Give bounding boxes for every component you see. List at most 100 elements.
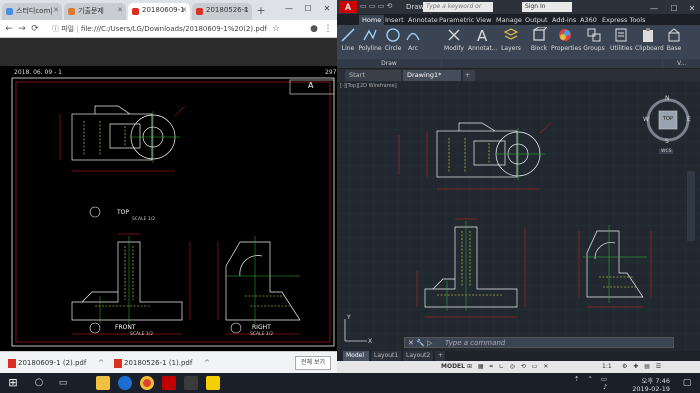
tab-home[interactable]: Home — [359, 15, 385, 25]
properties-button[interactable]: Properties — [551, 27, 581, 57]
show-all-downloads-button[interactable]: 전체 보기 — [295, 356, 331, 370]
add-layout-button[interactable]: + — [435, 351, 445, 361]
task-view-icon[interactable]: ▭ — [56, 376, 70, 390]
close-icon[interactable]: ✕ — [53, 6, 59, 14]
system-tray-icons[interactable]: ⇡ ⌃ ▭ ♪ — [570, 375, 610, 391]
forward-icon[interactable]: → — [16, 23, 28, 35]
navigation-bar[interactable] — [687, 171, 695, 241]
omnibox[interactable]: ⓘ 파일 | file:///C:/Users/LG/Downloads/201… — [52, 23, 267, 35]
clipboard-button[interactable]: Clipboard — [635, 27, 664, 57]
pdf-page[interactable]: 2018. 06. 09 - 1 297 A TOP SCALE 1/2 FRO… — [0, 66, 337, 366]
download-item[interactable]: 20180609-1 (2).pdf ^ — [6, 356, 106, 371]
groups-icon — [587, 28, 601, 42]
tab-output[interactable]: Output — [525, 15, 548, 25]
file-tab-start[interactable]: Start — [345, 70, 401, 81]
command-line[interactable]: ✕ 🔧 ▷ Type a command — [404, 337, 674, 348]
file-explorer-icon[interactable] — [96, 376, 110, 390]
sign-in-button[interactable]: Sign In — [522, 2, 572, 12]
close-icon[interactable]: ✕ — [181, 6, 187, 14]
minimize-button[interactable]: — — [282, 3, 296, 15]
windows-start-icon[interactable]: ⊞ — [6, 376, 20, 390]
close-icon[interactable]: ✕ — [243, 6, 249, 14]
account-icon[interactable]: ● — [308, 23, 320, 35]
wcs-menu[interactable]: WCS — [659, 149, 674, 154]
annotation-button[interactable]: A Annotat... — [468, 27, 497, 57]
tab-parametric[interactable]: Parametric — [439, 15, 474, 25]
app-icon[interactable] — [184, 376, 198, 390]
viewcube-face-label[interactable]: TOP — [663, 116, 673, 122]
close-icon[interactable]: ✕ 🔧 ▷ — [408, 338, 432, 348]
utilities-button[interactable]: Utilities — [610, 27, 633, 57]
tab-a360[interactable]: A360 — [580, 15, 597, 25]
block-icon — [533, 27, 547, 41]
star-icon[interactable]: ☆ — [270, 23, 282, 35]
ribbon-tabs: Home Insert Annotate Parametric View Man… — [337, 14, 700, 25]
menu-icon[interactable]: ⋮ — [322, 23, 334, 35]
tab-label: 스터디com| — [16, 7, 53, 15]
browser-tab[interactable]: 20180526-1 ✕ — [192, 3, 252, 20]
new-file-tab-button[interactable]: + — [463, 70, 475, 81]
download-filename: 20180609-1 (2).pdf — [18, 359, 87, 367]
search-input[interactable]: Type a keyword or phrase — [423, 2, 493, 20]
tab-insert[interactable]: Insert — [385, 15, 404, 25]
chrome-icon[interactable] — [140, 376, 154, 390]
autocad-logo-button[interactable]: A — [339, 1, 357, 13]
ribbon-panel: Line Polyline Circle Arc Modify A Annota… — [337, 25, 700, 69]
base-button[interactable]: Base — [665, 27, 683, 57]
clock[interactable]: 오후 7:46 2019-02-19 — [630, 375, 670, 393]
groups-button[interactable]: Groups — [583, 27, 605, 57]
drafting-toggles[interactable]: ⊞ ▦ ⌗ ∟ ◎ ⟲ ▭ ✕ — [467, 362, 550, 372]
chevron-up-icon[interactable]: ^ — [98, 356, 104, 371]
browser-tab[interactable]: 기출문제 ✕ — [64, 3, 126, 20]
command-input[interactable]: Type a command — [445, 338, 505, 348]
pdf-scale-label: SCALE 1/2 — [130, 332, 154, 337]
browser-tab[interactable]: 스터디com| ✕ — [2, 3, 62, 20]
layers-button[interactable]: Layers — [500, 27, 522, 57]
view-panel-title[interactable]: V... — [663, 59, 700, 68]
tab-add-ins[interactable]: Add-ins — [552, 15, 576, 25]
notification-icon[interactable]: ▢ — [680, 376, 694, 390]
quick-access-toolbar[interactable]: ▭ ▭ ▭ ⟲ — [360, 2, 400, 12]
arc-button[interactable]: Arc — [405, 27, 421, 57]
utilities-icon — [615, 28, 627, 42]
polyline-icon — [363, 29, 377, 41]
autocad-taskbar-icon[interactable] — [162, 376, 176, 390]
autocad-titlebar: A ▭ ▭ ▭ ⟲ Drawing1.dwg Type a keyword or… — [337, 0, 700, 20]
svg-text:A: A — [477, 27, 488, 43]
tab-model[interactable]: Model — [343, 351, 369, 361]
block-button[interactable]: Block — [529, 27, 549, 57]
reload-icon[interactable]: ⟳ — [29, 23, 41, 35]
back-icon[interactable]: ← — [3, 23, 15, 35]
chevron-up-icon[interactable]: ^ — [204, 356, 210, 371]
tab-manage[interactable]: Manage — [496, 15, 522, 25]
search-icon[interactable]: ○ — [32, 376, 46, 390]
tab-layout1[interactable]: Layout1 — [371, 351, 401, 361]
pdf-header: 2018. 06. 09 - 1 — [14, 69, 62, 76]
drawing-viewport[interactable]: Y X [-][Top][2D Wireframe] TOP N S E W W… — [337, 81, 700, 351]
tab-express-tools[interactable]: Express Tools — [602, 15, 645, 25]
edge-icon[interactable] — [118, 376, 132, 390]
modify-button[interactable]: Modify — [443, 27, 465, 57]
browser-tab-active[interactable]: 20180609-1 ✕ — [128, 3, 190, 20]
line-button[interactable]: Line — [340, 27, 356, 57]
tab-layout2[interactable]: Layout2 — [403, 351, 433, 361]
close-window-button[interactable]: ✕ — [320, 3, 334, 15]
tab-annotate[interactable]: Annotate — [408, 15, 438, 25]
close-icon[interactable]: ✕ — [117, 6, 123, 14]
pdf-viewer: 2018. 06. 09 - 1 297 A TOP SCALE 1/2 FRO… — [0, 38, 337, 366]
viewcube[interactable]: TOP N S E W WCS — [643, 95, 693, 157]
file-tab-drawing1[interactable]: Drawing1* — [403, 70, 461, 81]
annotation-scale[interactable]: 1:1 — [602, 362, 612, 372]
viewport-controls-label[interactable]: [-][Top][2D Wireframe] — [340, 83, 397, 89]
model-space-toggle[interactable]: MODEL — [441, 362, 465, 372]
status-tools[interactable]: ⚙ ✚ ▤ ☰ — [622, 362, 663, 372]
maximize-button[interactable]: ☐ — [301, 3, 315, 15]
download-item[interactable]: 20180526-1 (1).pdf ^ — [112, 356, 212, 371]
circle-button[interactable]: Circle — [384, 27, 402, 57]
tab-view[interactable]: View — [476, 15, 491, 25]
kakaotalk-icon[interactable] — [206, 376, 220, 390]
pdf-drawing — [11, 77, 335, 354]
polyline-button[interactable]: Polyline — [358, 27, 382, 57]
draw-panel-title[interactable]: Draw — [337, 59, 441, 68]
new-tab-button[interactable]: + — [254, 4, 268, 18]
